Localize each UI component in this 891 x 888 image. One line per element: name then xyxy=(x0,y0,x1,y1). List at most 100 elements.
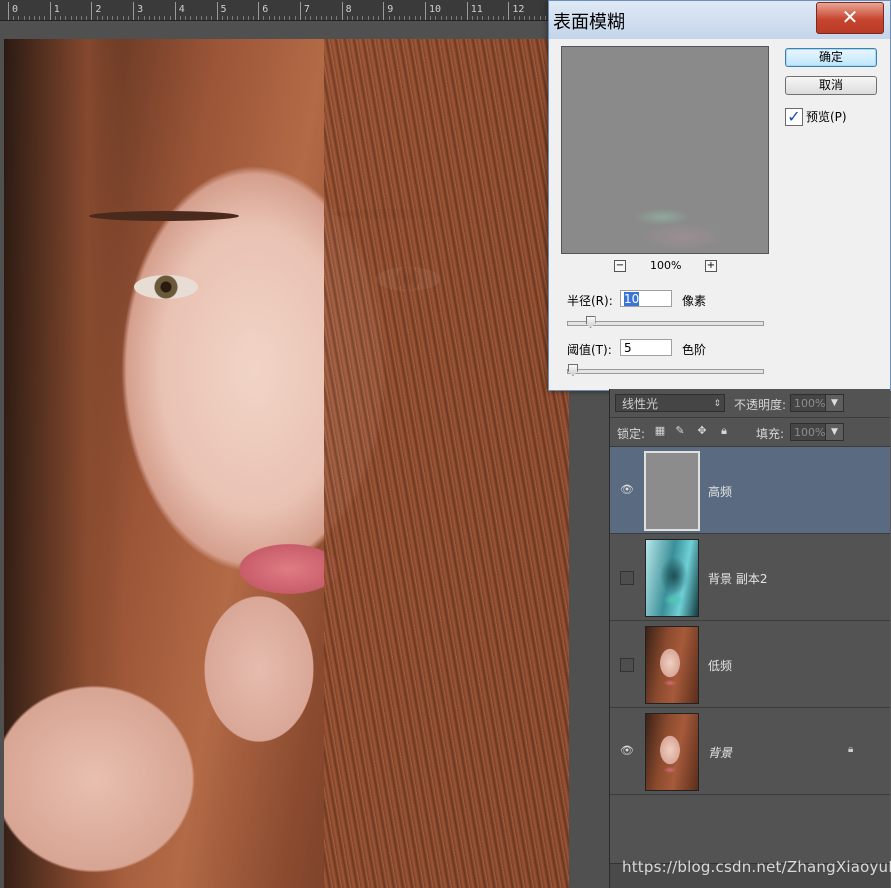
ruler-minor-tick xyxy=(180,16,181,20)
preview-checkbox[interactable]: ✓ xyxy=(785,108,803,126)
ruler-minor-tick xyxy=(117,16,119,20)
lock-all-icon[interactable]: 🔒︎ xyxy=(718,425,730,437)
ruler-minor-tick xyxy=(315,16,317,20)
ruler-minor-tick xyxy=(211,16,213,20)
layer-name[interactable]: 背景 xyxy=(708,744,732,761)
surface-blur-dialog: 表面模糊 ✕ − 100% + 确定 取消 ✓ 预览(P) 半径(R): 10 … xyxy=(548,0,891,391)
layers-panel: 线性光 ⇕ 不透明度: 100% ▼ 锁定: ▦ ✎ ✥ 🔒︎ 填充: 100% ▼ … xyxy=(609,389,890,888)
eye-icon[interactable]: 👁︎ xyxy=(620,745,634,757)
ruler-minor-tick xyxy=(477,16,479,20)
layer-row[interactable]: 背景 副本2 xyxy=(610,534,890,621)
eye-icon[interactable]: 👁︎ xyxy=(620,484,634,496)
document-canvas[interactable] xyxy=(0,21,610,888)
dialog-title: 表面模糊 xyxy=(553,12,625,33)
ruler-minor-tick xyxy=(393,16,395,20)
ruler-minor-tick xyxy=(487,16,489,20)
ruler-minor-tick xyxy=(232,16,234,20)
opacity-input[interactable]: 100% ▼ xyxy=(790,394,844,412)
ruler-minor-tick xyxy=(409,16,411,20)
ruler-minor-tick xyxy=(404,16,406,20)
ruler-minor-tick xyxy=(169,16,171,20)
ruler-tick: 3 xyxy=(133,2,143,20)
chevron-down-icon: ▼ xyxy=(825,395,843,411)
ruler-minor-tick xyxy=(70,16,72,20)
ruler-minor-tick xyxy=(54,16,56,20)
opacity-label: 不透明度: xyxy=(734,398,787,412)
lock-transparent-icon[interactable]: ▦ xyxy=(654,425,666,437)
layer-row[interactable]: 👁︎ 背景 🔒︎ xyxy=(610,708,890,795)
threshold-input[interactable]: 5 xyxy=(620,339,672,356)
filter-preview[interactable] xyxy=(561,46,769,254)
ruler-tick: 4 xyxy=(174,2,185,20)
layer-thumbnail[interactable] xyxy=(645,539,699,617)
radius-slider[interactable] xyxy=(567,316,764,328)
radius-input[interactable]: 10 xyxy=(620,290,672,307)
ruler-tick: 2 xyxy=(91,2,101,20)
ruler-tick: 0 xyxy=(8,2,18,20)
ruler-minor-tick xyxy=(529,16,531,20)
ok-button[interactable]: 确定 xyxy=(785,48,877,67)
portrait-photo xyxy=(4,39,569,888)
ruler-minor-tick xyxy=(414,16,416,20)
threshold-slider[interactable] xyxy=(567,364,764,376)
ruler-minor-tick xyxy=(279,16,281,20)
layer-thumbnail[interactable] xyxy=(645,713,699,791)
chevron-down-icon: ▼ xyxy=(825,424,843,440)
lock-paint-icon[interactable]: ✎ xyxy=(674,425,686,437)
ruler-minor-tick xyxy=(430,16,432,20)
ruler-minor-tick xyxy=(148,16,150,20)
ruler-tick-label: 2 xyxy=(95,4,102,15)
ruler-minor-tick xyxy=(539,16,541,20)
lock-label: 锁定: xyxy=(617,427,646,441)
ruler-minor-tick xyxy=(336,16,338,20)
zoom-in-button[interactable]: + xyxy=(705,260,717,272)
layer-thumbnail[interactable] xyxy=(645,626,699,704)
layer-row[interactable]: 👁︎ 高频 xyxy=(610,447,890,534)
layer-name[interactable]: 低频 xyxy=(708,657,732,674)
layer-thumbnail[interactable] xyxy=(644,451,700,531)
ruler-minor-tick xyxy=(471,16,473,20)
ruler-minor-tick xyxy=(378,16,380,20)
eye-left xyxy=(134,275,198,299)
visibility-toggle[interactable] xyxy=(620,571,634,585)
ruler-tick-label: 3 xyxy=(137,4,144,15)
dialog-title-bar[interactable]: 表面模糊 ✕ xyxy=(549,1,890,39)
cancel-button[interactable]: 取消 xyxy=(785,76,877,95)
ruler-tick: 11 xyxy=(466,2,483,20)
ruler-tick-label: 6 xyxy=(262,4,269,15)
threshold-label: 阈值(T): xyxy=(567,343,612,357)
ruler-minor-tick xyxy=(28,16,30,20)
blend-mode-select[interactable]: 线性光 ⇕ xyxy=(615,394,725,412)
ruler-minor-tick xyxy=(367,16,369,20)
ruler-minor-tick xyxy=(143,16,145,20)
visibility-toggle[interactable] xyxy=(620,658,634,672)
ruler-minor-tick xyxy=(127,16,129,20)
ruler-minor-tick xyxy=(268,16,270,20)
close-button[interactable]: ✕ xyxy=(816,2,884,34)
checkmark-icon: ✓ xyxy=(787,107,801,126)
layer-name[interactable]: 背景 副本2 xyxy=(708,570,767,587)
threshold-slider-thumb[interactable] xyxy=(568,364,578,376)
zoom-level: 100% xyxy=(650,259,682,272)
zoom-out-button[interactable]: − xyxy=(614,260,626,272)
ruler-tick-label: 1 xyxy=(53,4,60,15)
ruler-minor-tick xyxy=(39,16,41,20)
ruler-minor-tick xyxy=(372,16,374,20)
ruler-tick-label: 4 xyxy=(178,4,185,15)
lock-row: 锁定: ▦ ✎ ✥ 🔒︎ 填充: 100% ▼ xyxy=(610,418,890,447)
ruler-minor-tick xyxy=(451,16,453,20)
ruler-tick: 12 xyxy=(508,2,524,20)
fill-input[interactable]: 100% ▼ xyxy=(790,423,844,441)
lock-move-icon[interactable]: ✥ xyxy=(696,425,708,437)
layer-row[interactable]: 低频 xyxy=(610,621,890,708)
radius-unit: 像素 xyxy=(682,294,707,308)
ruler-minor-tick xyxy=(195,16,197,20)
ruler-minor-tick xyxy=(497,16,499,20)
radius-slider-thumb[interactable] xyxy=(585,316,596,328)
layer-name[interactable]: 高频 xyxy=(708,483,732,500)
ruler-tick: 5 xyxy=(216,2,227,20)
minus-icon: − xyxy=(615,260,625,271)
ruler-minor-tick xyxy=(122,16,124,20)
ruler-minor-tick xyxy=(346,16,348,20)
ruler-minor-tick xyxy=(445,16,447,20)
